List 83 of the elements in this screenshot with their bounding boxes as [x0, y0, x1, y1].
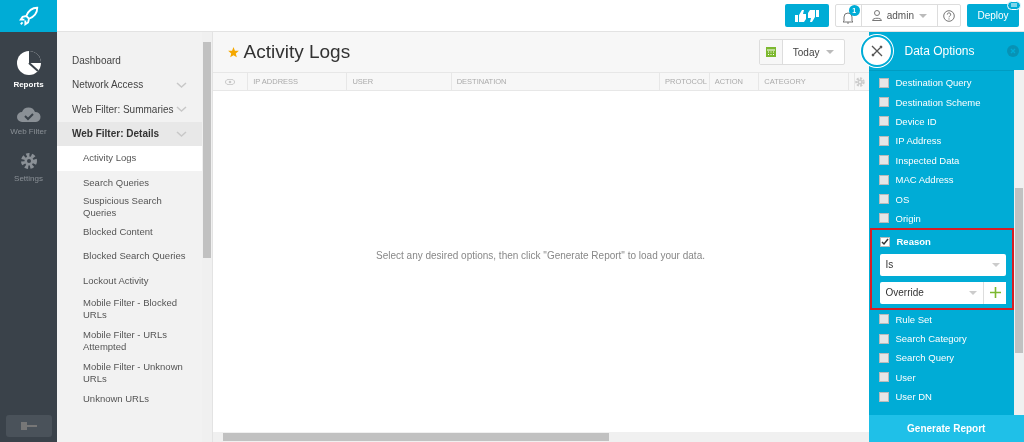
option-label: Device ID: [895, 115, 937, 127]
rocket-logo[interactable]: [0, 0, 57, 32]
page-title: Activity Logs: [243, 41, 351, 63]
scrollbar[interactable]: [1014, 70, 1024, 415]
star-icon[interactable]: [227, 46, 239, 58]
add-button[interactable]: [983, 281, 1006, 304]
settings-icon: [19, 152, 38, 170]
nav-item[interactable]: Web Filter: Summaries: [57, 97, 202, 122]
tools-icon: [870, 45, 883, 57]
checkbox[interactable]: [878, 116, 889, 127]
checkbox[interactable]: [878, 135, 889, 146]
checkbox[interactable]: [878, 194, 889, 205]
rail-label: Reports: [13, 80, 44, 89]
checkbox[interactable]: [878, 333, 889, 344]
nav-subitem[interactable]: Mobile Filter - Unknown URLs: [57, 357, 202, 389]
option-label: User: [895, 371, 916, 383]
nav-item[interactable]: Dashboard: [57, 48, 202, 73]
caret-icon: [992, 262, 1000, 267]
chevron-icon: [175, 81, 187, 88]
checkbox[interactable]: [878, 97, 889, 108]
user-icon: [871, 10, 882, 21]
feedback-button[interactable]: [784, 4, 829, 27]
checkbox[interactable]: [878, 77, 889, 88]
cloud-check-icon: [15, 105, 42, 123]
option-label: Destination Query: [895, 77, 972, 89]
option-label: Destination Scheme: [895, 96, 981, 108]
calendar-icon: [765, 47, 776, 57]
option-label: Rule Set: [895, 313, 932, 325]
chevron-icon: [175, 130, 187, 137]
checkbox[interactable]: [878, 155, 889, 166]
option-label: Search Query: [895, 352, 955, 364]
checkbox[interactable]: [878, 353, 889, 363]
nav-item[interactable]: Web Filter: Details: [57, 121, 202, 146]
calendar-button[interactable]: [759, 40, 783, 64]
option-label: OS: [895, 193, 910, 205]
checkbox[interactable]: [878, 174, 889, 185]
rail-item[interactable]: Reports: [0, 50, 57, 89]
panel-title: Data Options: [904, 44, 975, 58]
eye-icon[interactable]: [224, 78, 235, 85]
operator-dropdown[interactable]: Is: [879, 253, 1006, 276]
user-menu[interactable]: admin: [861, 5, 938, 26]
tools-button[interactable]: [860, 35, 893, 67]
help-icon: [943, 9, 955, 22]
rail-label: Settings: [14, 174, 43, 183]
empty-message: Select any desired options, then click "Generate Report" to load your data.: [376, 250, 705, 261]
option-label: Reason: [896, 236, 931, 248]
caret-icon: [969, 290, 977, 295]
nav-item[interactable]: Network Access: [57, 72, 202, 97]
checkbox[interactable]: [878, 372, 889, 383]
plus-icon: [989, 287, 1001, 298]
bell-icon: [842, 10, 855, 24]
nav-subitem[interactable]: Blocked Search Queries: [57, 244, 202, 269]
nav-subitem[interactable]: Mobile Filter - Blocked URLs: [57, 293, 202, 325]
caret-icon: [919, 13, 927, 18]
checkbox[interactable]: [878, 213, 889, 224]
close-icon[interactable]: [1007, 45, 1019, 57]
value-dropdown[interactable]: Override: [879, 281, 983, 304]
option-label: Search Category: [895, 333, 967, 345]
nav-subitem[interactable]: Mobile Filter - URLs Attempted: [57, 325, 202, 357]
checkbox[interactable]: [878, 391, 889, 402]
nav-subitem[interactable]: Search Queries: [57, 170, 202, 195]
nav-subitem[interactable]: Suspicious Search Queries: [57, 195, 202, 220]
option-label: Inspected Data: [895, 154, 960, 166]
option-label: MAC Address: [895, 174, 954, 186]
option-label: IP Address: [895, 135, 942, 147]
list-icon: [1007, 1, 1021, 10]
key-button[interactable]: [5, 415, 52, 437]
chevron-icon: [175, 106, 187, 113]
nav-subitem[interactable]: Activity Logs: [57, 146, 202, 171]
option-label: Origin: [895, 212, 921, 224]
pie-chart-icon: [15, 50, 42, 76]
option-label: User DN: [895, 391, 932, 403]
checkbox[interactable]: [879, 236, 890, 247]
key-icon: [20, 422, 37, 430]
checkbox[interactable]: [878, 314, 889, 325]
thumbs-icon: [794, 9, 819, 22]
nav-subitem[interactable]: Blocked Content: [57, 219, 202, 244]
nav-subitem[interactable]: Unknown URLs: [57, 389, 202, 409]
scrollbar[interactable]: [212, 432, 869, 442]
rail-label: Web Filter: [10, 127, 47, 136]
nav-subitem[interactable]: Lockout Activity: [57, 268, 202, 293]
caret-icon: [825, 50, 834, 54]
settings-icon[interactable]: [854, 76, 865, 87]
